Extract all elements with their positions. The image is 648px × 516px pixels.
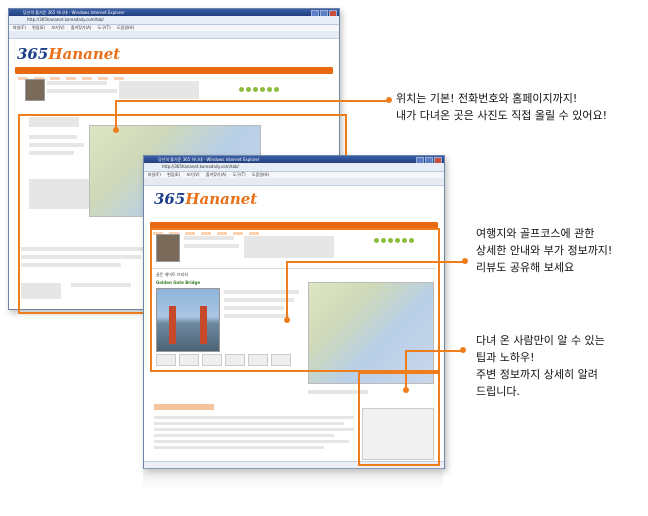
text-line	[154, 422, 344, 425]
menu-tools[interactable]: 도구(T)	[98, 25, 111, 30]
window-title: 당신의 즐거운 365 하나대 - Windows Internet Explo…	[23, 10, 125, 15]
text-line	[47, 81, 107, 85]
address-text: http://365hananet.koreadaily.com/tab/	[162, 164, 239, 169]
callout-contact: 위치는 기본! 전화번호와 홈페이지까지! 내가 다녀온 곳은 사진도 직접 올…	[396, 90, 607, 124]
callout-line: 주변 정보까지 상세히 알려	[476, 368, 598, 381]
menu-view[interactable]: 보기(V)	[186, 172, 199, 177]
news-block	[119, 81, 199, 99]
menu-favorites[interactable]: 즐겨찾기(A)	[71, 25, 92, 30]
address-bar[interactable]: http://365hananet.koreadaily.com/tab/	[9, 16, 339, 25]
connector-line	[115, 100, 387, 102]
window-titlebar: 당신의 즐거운 365 하나대 - Windows Internet Explo…	[9, 9, 339, 16]
highlight-place-info	[150, 228, 440, 372]
window-controls	[311, 10, 337, 16]
text-line	[154, 440, 349, 443]
menu-help[interactable]: 도움말(H)	[252, 172, 269, 177]
connector-line	[405, 350, 407, 390]
address-text: http://365hananet.koreadaily.com/tab/	[27, 17, 104, 22]
minimize-button[interactable]	[416, 157, 424, 163]
callout-line: 리뷰도 공유해 보세요	[476, 261, 575, 274]
logo-number: 365	[17, 45, 49, 63]
site-logo[interactable]: 365Hananet	[17, 45, 120, 63]
window-reflection	[143, 468, 443, 490]
menu-help[interactable]: 도움말(H)	[117, 25, 134, 30]
menu-file[interactable]: 파일(F)	[13, 25, 26, 30]
connector-dot	[462, 258, 468, 264]
callout-line: 여행지와 골프코스에 관한	[476, 227, 595, 240]
connector-line	[286, 261, 464, 263]
main-nav[interactable]	[15, 67, 333, 80]
menu-edit[interactable]: 편집(E)	[167, 172, 180, 177]
callout-tips: 다녀 온 사람만이 알 수 있는 팁과 노하우! 주변 정보까지 상세히 알려 …	[476, 332, 605, 400]
menu-edit[interactable]: 편집(E)	[32, 25, 45, 30]
logo-name: Hananet	[185, 190, 258, 208]
highlight-tip-panel	[358, 372, 440, 466]
menu-tools[interactable]: 도구(T)	[233, 172, 246, 177]
close-button[interactable]	[434, 157, 442, 163]
window-titlebar: 당신의 즐거운 365 하나대 - Windows Internet Explo…	[144, 156, 444, 163]
address-bar[interactable]: http://365hananet.koreadaily.com/tab/	[144, 163, 444, 172]
favorites-bar	[144, 178, 444, 186]
connector-line	[286, 261, 288, 319]
text-line	[47, 89, 117, 93]
rating-icons	[239, 87, 279, 92]
callout-line: 팁과 노하우!	[476, 351, 535, 364]
text-line	[154, 434, 334, 437]
logo-name: Hananet	[48, 45, 121, 63]
maximize-button[interactable]	[320, 10, 328, 16]
callout-line: 드립니다.	[476, 385, 520, 398]
text-line	[154, 446, 324, 449]
maximize-button[interactable]	[425, 157, 433, 163]
site-logo[interactable]: 365Hananet	[154, 190, 257, 208]
logo-number: 365	[154, 190, 186, 208]
favorites-bar	[9, 31, 339, 39]
callout-line: 상세한 안내와 부가 정보까지!	[476, 244, 613, 257]
connector-dot	[460, 347, 466, 353]
connector-line	[405, 350, 461, 352]
connector-line	[115, 100, 117, 130]
text-line	[154, 416, 354, 419]
callout-line: 다녀 온 사람만이 알 수 있는	[476, 334, 605, 347]
menu-favorites[interactable]: 즐겨찾기(A)	[206, 172, 227, 177]
menu-view[interactable]: 보기(V)	[51, 25, 64, 30]
callout-line: 위치는 기본! 전화번호와 홈페이지까지!	[396, 92, 578, 105]
callout-line: 내가 다녀온 곳은 사진도 직접 올릴 수 있어요!	[396, 109, 608, 122]
text-line	[154, 428, 354, 431]
close-button[interactable]	[329, 10, 337, 16]
avatar	[25, 79, 45, 101]
connector-dot	[386, 97, 392, 103]
minimize-button[interactable]	[311, 10, 319, 16]
window-title: 당신의 즐거운 365 하나대 - Windows Internet Explo…	[158, 157, 260, 162]
menu-file[interactable]: 파일(F)	[148, 172, 161, 177]
callout-travel: 여행지와 골프코스에 관한 상세한 안내와 부가 정보까지! 리뷰도 공유해 보…	[476, 225, 612, 276]
review-title	[154, 404, 214, 410]
window-controls	[416, 157, 442, 163]
